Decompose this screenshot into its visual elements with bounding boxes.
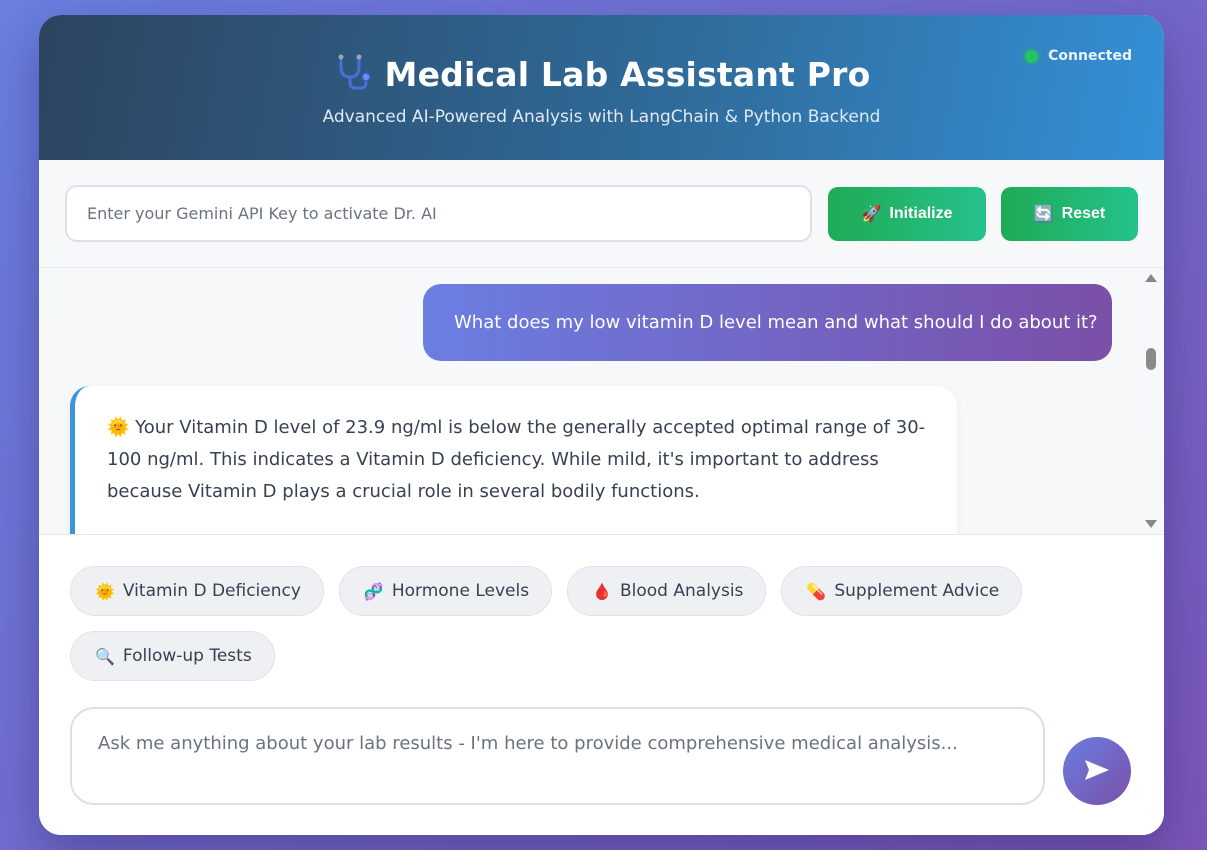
refresh-icon: 🔄 bbox=[1033, 206, 1054, 223]
status-dot-icon bbox=[1025, 49, 1039, 63]
status-label: Connected bbox=[1048, 48, 1132, 64]
assistant-message-text: Your Vitamin D level of 23.9 ng/ml is be… bbox=[107, 417, 926, 502]
dna-icon: 🧬 bbox=[363, 581, 384, 601]
chip-label: Vitamin D Deficiency bbox=[122, 581, 301, 601]
initialize-label: Initialize bbox=[889, 205, 953, 222]
user-message-text: What does my low vitamin D level mean an… bbox=[454, 312, 1098, 333]
rocket-icon: 🚀 bbox=[861, 206, 882, 223]
pill-icon: 💊 bbox=[806, 581, 827, 601]
api-key-bar: 🚀 Initialize 🔄 Reset bbox=[39, 160, 1164, 268]
send-button[interactable] bbox=[1063, 737, 1131, 805]
message-input[interactable] bbox=[70, 707, 1045, 805]
scroll-up-arrow-icon[interactable] bbox=[1145, 274, 1157, 282]
chip-label: Supplement Advice bbox=[834, 581, 1000, 601]
sun-icon: 🌞 bbox=[107, 417, 130, 438]
sun-icon: 🌞 bbox=[95, 581, 115, 601]
title-row: Medical Lab Assistant Pro bbox=[39, 53, 1164, 95]
header: Medical Lab Assistant Pro Advanced AI-Po… bbox=[39, 15, 1164, 160]
chat-area[interactable]: What does my low vitamin D level mean an… bbox=[39, 268, 1164, 534]
stethoscope-icon bbox=[333, 53, 373, 95]
chip-label: Blood Analysis bbox=[619, 581, 744, 601]
magnifier-icon: 🔍 bbox=[95, 646, 115, 666]
quick-action-hormone-levels[interactable]: 🧬 Hormone Levels bbox=[338, 566, 553, 616]
assistant-message: 🌞 Your Vitamin D level of 23.9 ng/ml is … bbox=[70, 386, 957, 534]
quick-action-blood-analysis[interactable]: 🩸 Blood Analysis bbox=[567, 566, 767, 616]
scroll-down-arrow-icon[interactable] bbox=[1145, 520, 1157, 528]
quick-action-supplement-advice[interactable]: 💊 Supplement Advice bbox=[781, 566, 1023, 616]
quick-action-follow-up-tests[interactable]: 🔍 Follow-up Tests bbox=[70, 631, 275, 681]
chip-label: Follow-up Tests bbox=[122, 646, 252, 666]
send-arrow-icon bbox=[1083, 758, 1111, 785]
chip-label: Hormone Levels bbox=[391, 581, 530, 601]
initialize-button[interactable]: 🚀 Initialize bbox=[828, 187, 986, 241]
user-message: What does my low vitamin D level mean an… bbox=[423, 284, 1112, 361]
app-window: Medical Lab Assistant Pro Advanced AI-Po… bbox=[39, 15, 1164, 835]
scrollbar-thumb[interactable] bbox=[1146, 348, 1156, 370]
app-subtitle: Advanced AI-Powered Analysis with LangCh… bbox=[322, 107, 881, 127]
reset-label: Reset bbox=[1061, 205, 1106, 222]
reset-button[interactable]: 🔄 Reset bbox=[1001, 187, 1138, 241]
quick-actions: 🌞 Vitamin D Deficiency 🧬 Hormone Levels … bbox=[70, 566, 1050, 681]
api-key-input[interactable] bbox=[65, 185, 812, 242]
chat-scrollbar[interactable] bbox=[1144, 268, 1158, 534]
composer-panel: 🌞 Vitamin D Deficiency 🧬 Hormone Levels … bbox=[39, 534, 1164, 835]
app-title: Medical Lab Assistant Pro bbox=[384, 54, 871, 94]
blood-drop-icon: 🩸 bbox=[592, 581, 612, 601]
quick-action-vitamin-d[interactable]: 🌞 Vitamin D Deficiency bbox=[70, 566, 324, 616]
connection-status: Connected bbox=[1025, 48, 1132, 64]
